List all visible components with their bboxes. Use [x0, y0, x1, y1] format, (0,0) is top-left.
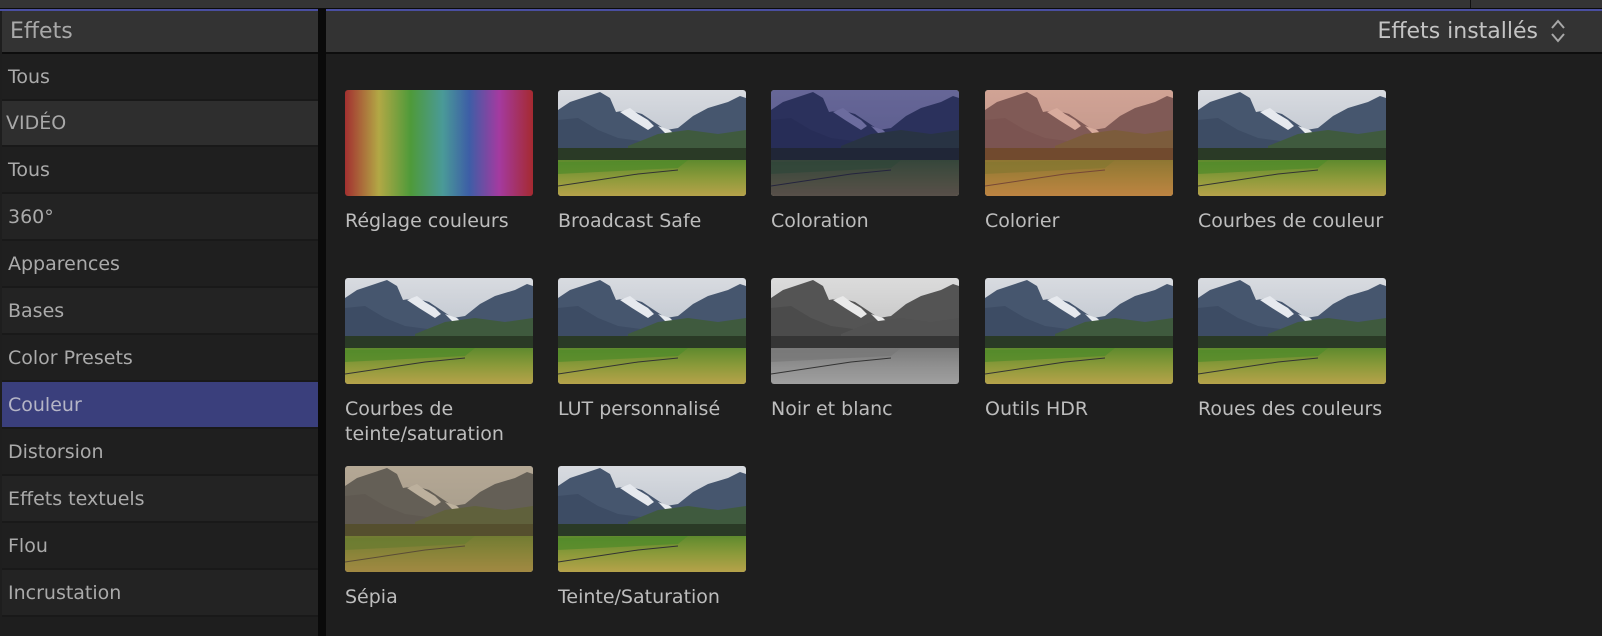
effect-label: Courbes de teinte/saturation [345, 398, 504, 445]
effect-tile[interactable]: Roues des couleurs [1198, 278, 1386, 422]
sidebar-header: Effets [2, 11, 318, 54]
effect-tile[interactable]: Teinte/Saturation [558, 466, 746, 610]
sidebar-item-bases[interactable]: Bases [2, 288, 318, 335]
effects-browser: Réglage couleurs Broadcast Safe Colorati… [326, 54, 1602, 636]
effect-label: LUT personnalisé [558, 398, 721, 420]
sidebar-item-tous[interactable]: Tous [2, 54, 318, 101]
browser-header: Effets installés [326, 11, 1602, 54]
sidebar-item-color-presets[interactable]: Color Presets [2, 335, 318, 382]
effect-thumbnail-landscape[interactable] [558, 90, 746, 196]
installed-effects-popup[interactable]: Effets installés [1377, 18, 1566, 44]
sidebar-item-label: Couleur [8, 393, 82, 416]
effect-thumbnail-landscape[interactable] [1198, 278, 1386, 384]
updown-chevron-icon [1550, 18, 1566, 44]
sidebar-item-couleur[interactable]: Couleur [2, 382, 318, 429]
effect-thumbnail-landscape[interactable] [558, 466, 746, 572]
effect-label: Colorier [985, 210, 1060, 232]
sidebar-item-label: Color Presets [8, 346, 133, 369]
effect-label: Réglage couleurs [345, 210, 509, 232]
sidebar-item-360[interactable]: 360° [2, 194, 318, 241]
sidebar-item-label: Tous [8, 158, 50, 181]
sidebar-item-label: 360° [8, 205, 54, 228]
sidebar-section-video: VIDÉO [2, 101, 318, 147]
category-sidebar: Tous VIDÉO Tous 360° Apparences Bases Color Pr… [2, 54, 318, 636]
effect-tile[interactable]: Coloration [771, 90, 959, 234]
sidebar-item-tous[interactable]: Tous [2, 147, 318, 194]
sidebar-item-incrustation[interactable]: Incrustation [2, 570, 318, 617]
sidebar-item-label: Distorsion [8, 440, 104, 463]
sidebar-item-label: VIDÉO [6, 112, 67, 134]
effect-tile[interactable]: Sépia [345, 466, 533, 610]
effect-thumbnail-landscape[interactable] [345, 466, 533, 572]
sidebar-item-effets-textuels[interactable]: Effets textuels [2, 476, 318, 523]
sidebar-item-apparences[interactable]: Apparences [2, 241, 318, 288]
effect-thumbnail-landscape[interactable] [558, 278, 746, 384]
effect-tile[interactable]: Broadcast Safe [558, 90, 746, 234]
effect-thumbnail-landscape[interactable] [771, 278, 959, 384]
sidebar-item-label: Apparences [8, 252, 120, 275]
effect-tile[interactable]: Colorier [985, 90, 1173, 234]
effect-thumbnail-landscape[interactable] [1198, 90, 1386, 196]
effect-label: Roues des couleurs [1198, 398, 1383, 420]
divider [1470, 0, 1471, 8]
sidebar-item-label: Effets textuels [8, 487, 145, 510]
window-top-strip [0, 0, 1602, 9]
effect-tile[interactable]: Réglage couleurs [345, 90, 533, 234]
effect-thumbnail-landscape[interactable] [985, 90, 1173, 196]
sidebar-item-distorsion[interactable]: Distorsion [2, 429, 318, 476]
sidebar-item-label: Incrustation [8, 581, 122, 604]
effect-thumbnail-landscape[interactable] [771, 90, 959, 196]
effect-label: Teinte/Saturation [558, 586, 720, 608]
sidebar-item-label: Bases [8, 299, 65, 322]
effect-label: Broadcast Safe [558, 210, 702, 232]
panel-splitter[interactable] [318, 9, 326, 636]
sidebar-item-label: Flou [8, 534, 48, 557]
effect-thumbnail-landscape[interactable] [985, 278, 1173, 384]
effect-label: Sépia [345, 586, 398, 608]
effect-tile[interactable]: Courbes de couleur [1198, 90, 1386, 234]
effect-label: Noir et blanc [771, 398, 893, 420]
effect-tile[interactable]: Outils HDR [985, 278, 1173, 422]
effect-tile[interactable]: LUT personnalisé [558, 278, 746, 422]
effect-label: Outils HDR [985, 398, 1089, 420]
sort-selector-label: Effets installés [1377, 18, 1538, 44]
panel-title: Effets [10, 19, 73, 44]
effect-label: Courbes de couleur [1198, 210, 1384, 232]
effect-thumbnail-rainbow[interactable] [345, 90, 533, 196]
sidebar-item-flou[interactable]: Flou [2, 523, 318, 570]
effect-label: Coloration [771, 210, 869, 232]
effect-tile[interactable]: Courbes de teinte/saturation [345, 278, 533, 447]
effect-thumbnail-landscape[interactable] [345, 278, 533, 384]
sidebar-item-label: Tous [8, 65, 50, 88]
effect-tile[interactable]: Noir et blanc [771, 278, 959, 422]
